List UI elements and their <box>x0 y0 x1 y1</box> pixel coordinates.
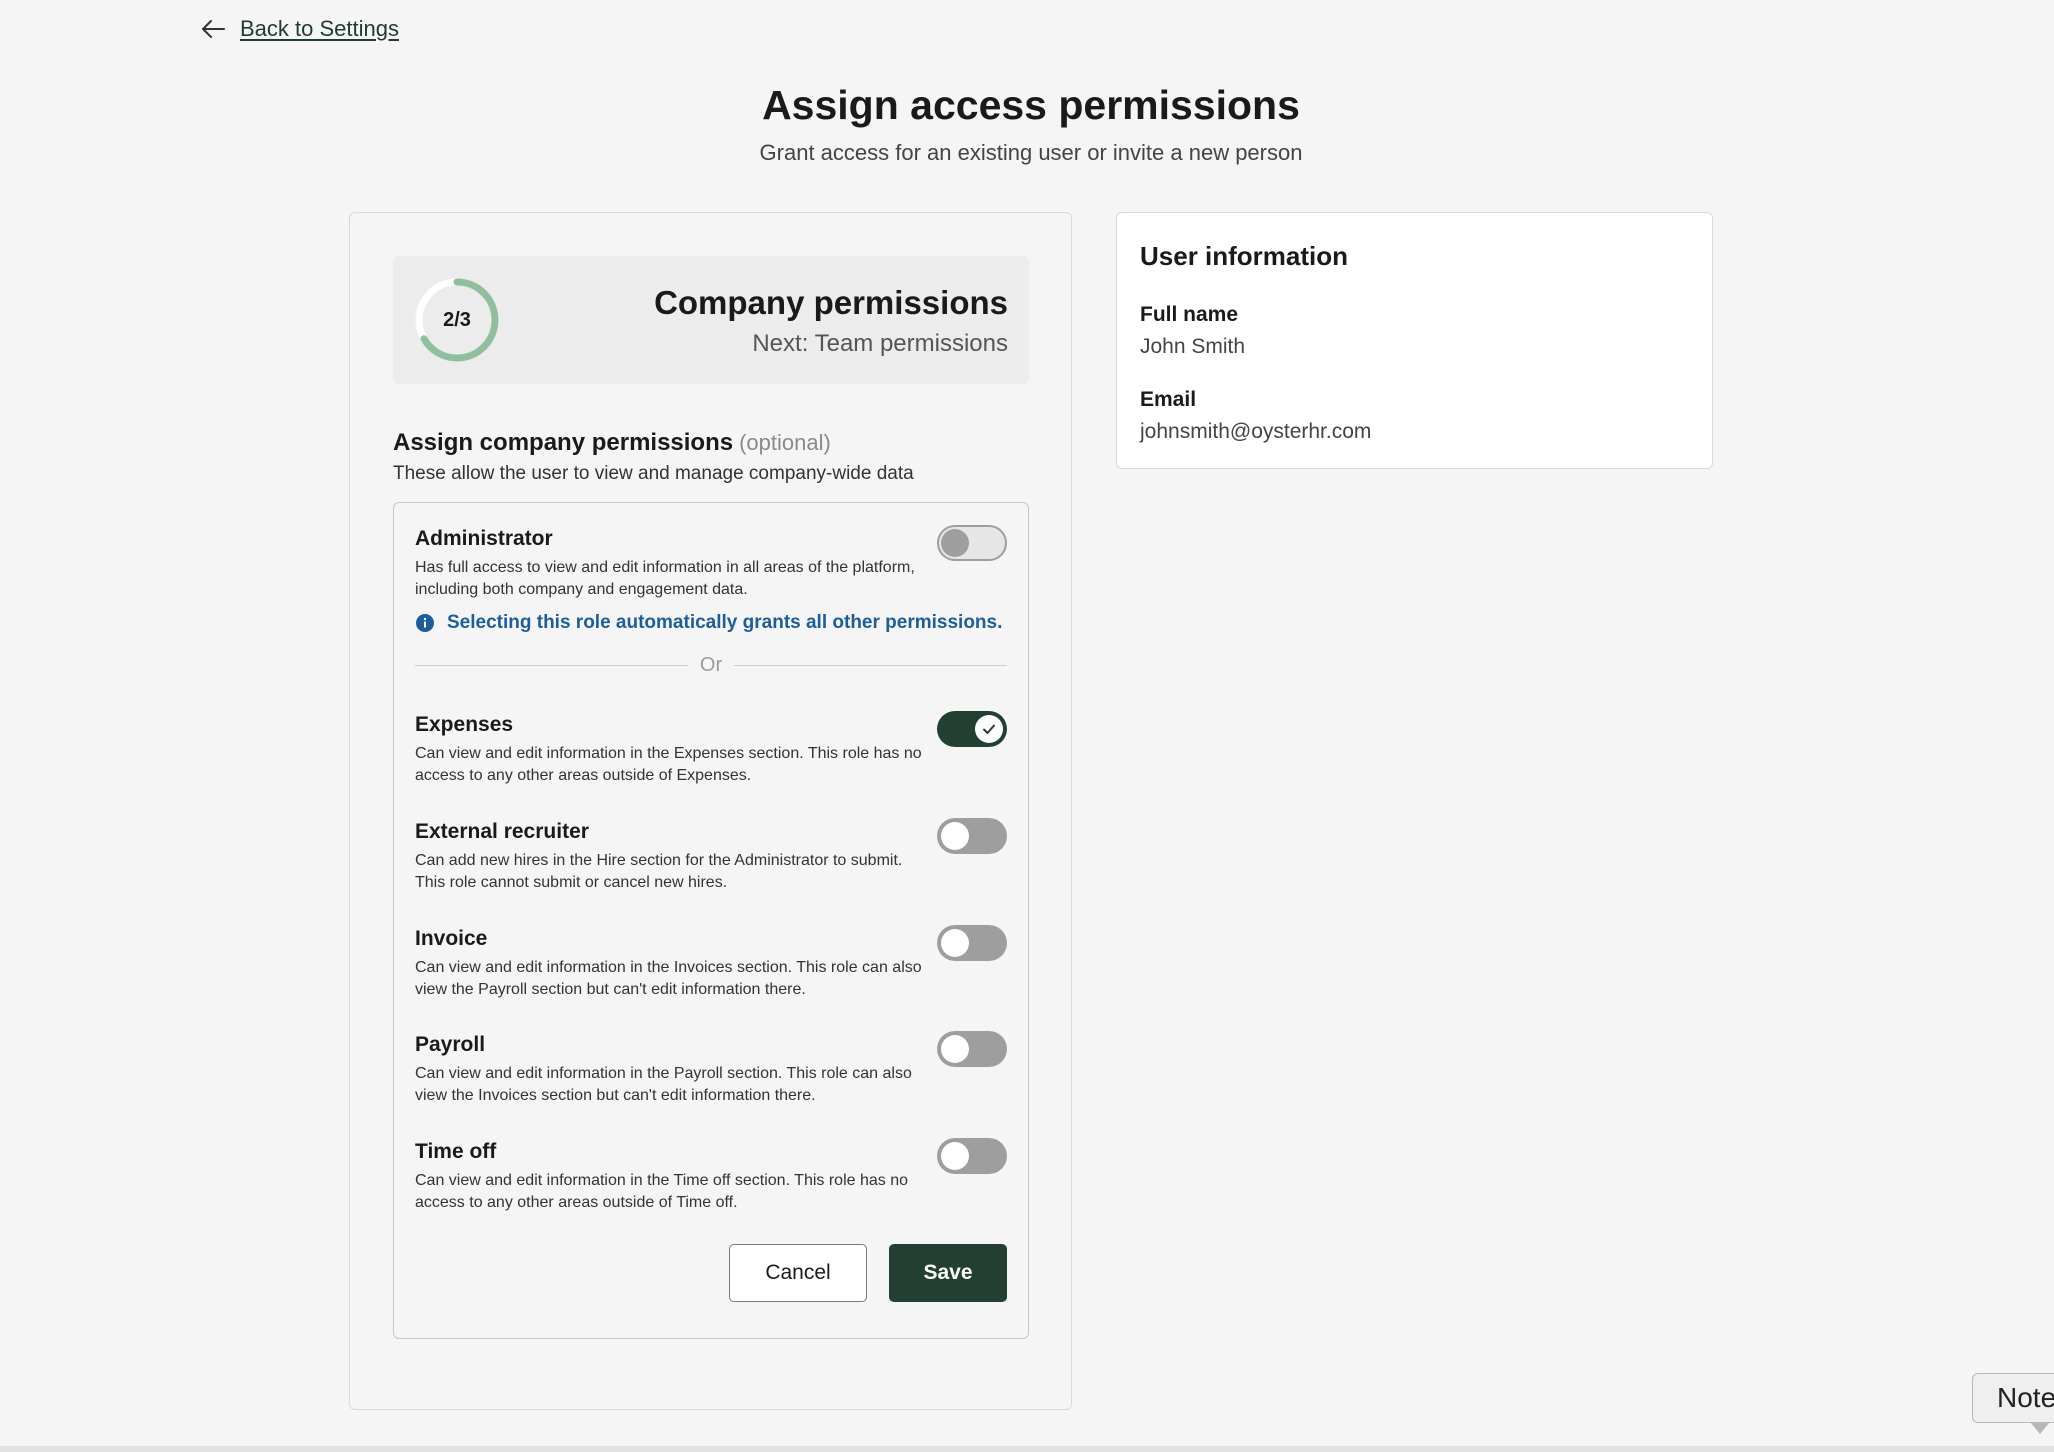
permissions-list: Administrator Has full access to view an… <box>393 502 1029 1339</box>
toggle-knob <box>941 822 969 850</box>
permission-invoice: Invoice Can view and edit information in… <box>415 927 1015 1001</box>
permissions-card: 2/3 Company permissions Next: Team permi… <box>349 212 1072 1410</box>
permission-payroll: Payroll Can view and edit information in… <box>415 1033 1015 1107</box>
permission-description: Can view and edit information in the Exp… <box>415 745 922 784</box>
or-divider: Or <box>415 653 1007 677</box>
permission-description: Has full access to view and edit informa… <box>415 559 915 598</box>
toggle-knob <box>941 1035 969 1063</box>
notes-tab-label: Note <box>1997 1382 2054 1413</box>
back-to-settings-link[interactable]: Back to Settings <box>200 16 399 42</box>
optional-label: (optional) <box>739 430 831 455</box>
administrator-toggle[interactable] <box>937 525 1007 561</box>
info-note-text: Selecting this role automatically grants… <box>447 612 1003 633</box>
full-name-label: Full name <box>1140 303 1239 326</box>
bottom-strip <box>0 1446 2054 1452</box>
step-progress-ring: 2/3 <box>414 277 500 363</box>
toggle-knob <box>941 929 969 957</box>
permission-name: Payroll <box>415 1033 486 1056</box>
email-label: Email <box>1140 388 1197 411</box>
divider-line-right <box>734 664 1007 666</box>
permission-name: Expenses <box>415 713 514 736</box>
user-info-title: User information <box>1140 241 1349 271</box>
external-recruiter-toggle[interactable] <box>937 818 1007 854</box>
divider-or-text: Or <box>699 653 723 676</box>
toggle-knob <box>941 1142 969 1170</box>
permission-description: Can view and edit information in the Inv… <box>415 959 922 998</box>
permission-description: Can add new hires in the Hire section fo… <box>415 852 903 891</box>
toggle-knob <box>975 715 1003 743</box>
permission-name: Time off <box>415 1140 497 1163</box>
section-title: Assign company permissions (optional) <box>393 429 831 457</box>
administrator-info-note: Selecting this role automatically grants… <box>415 612 1002 634</box>
back-link-label[interactable]: Back to Settings <box>240 16 399 42</box>
divider-line-left <box>415 664 688 666</box>
permission-name: Invoice <box>415 927 488 950</box>
notes-tab-caret <box>2030 1422 2050 1434</box>
save-button[interactable]: Save <box>889 1244 1007 1302</box>
notes-tab[interactable]: Note <box>1972 1373 2054 1423</box>
user-information-card: User information Full name John Smith Em… <box>1116 212 1713 469</box>
section-title-text: Assign company permissions <box>393 429 734 456</box>
email-value: johnsmith@oysterhr.com <box>1140 420 1372 443</box>
permission-name: External recruiter <box>415 820 589 843</box>
expenses-toggle[interactable] <box>937 711 1007 747</box>
permission-expenses: Expenses Can view and edit information i… <box>415 713 1015 787</box>
permission-description: Can view and edit information in the Tim… <box>415 1172 909 1211</box>
payroll-toggle[interactable] <box>937 1031 1007 1067</box>
step-next-label: Next: Team permissions <box>752 330 1008 357</box>
permission-time-off: Time off Can view and edit information i… <box>415 1140 1015 1214</box>
info-icon <box>416 614 434 632</box>
toggle-knob <box>941 529 969 557</box>
cancel-button[interactable]: Cancel <box>729 1244 867 1302</box>
page-subtitle: Grant access for an existing user or inv… <box>759 140 1303 165</box>
page-title: Assign access permissions <box>762 82 1300 128</box>
permission-external-recruiter: External recruiter Can add new hires in … <box>415 820 1015 894</box>
permission-description: Can view and edit information in the Pay… <box>415 1065 912 1104</box>
permission-name: Administrator <box>415 527 553 550</box>
step-count: 2/3 <box>443 308 471 331</box>
step-title: Company permissions <box>654 284 1008 321</box>
full-name-value: John Smith <box>1140 335 1246 358</box>
check-icon <box>983 724 995 734</box>
arrow-left-icon <box>202 20 225 38</box>
invoice-toggle[interactable] <box>937 925 1007 961</box>
time-off-toggle[interactable] <box>937 1138 1007 1174</box>
step-header: 2/3 Company permissions Next: Team permi… <box>393 256 1029 384</box>
section-description: These allow the user to view and manage … <box>393 463 914 484</box>
permission-administrator: Administrator Has full access to view an… <box>415 527 1015 601</box>
